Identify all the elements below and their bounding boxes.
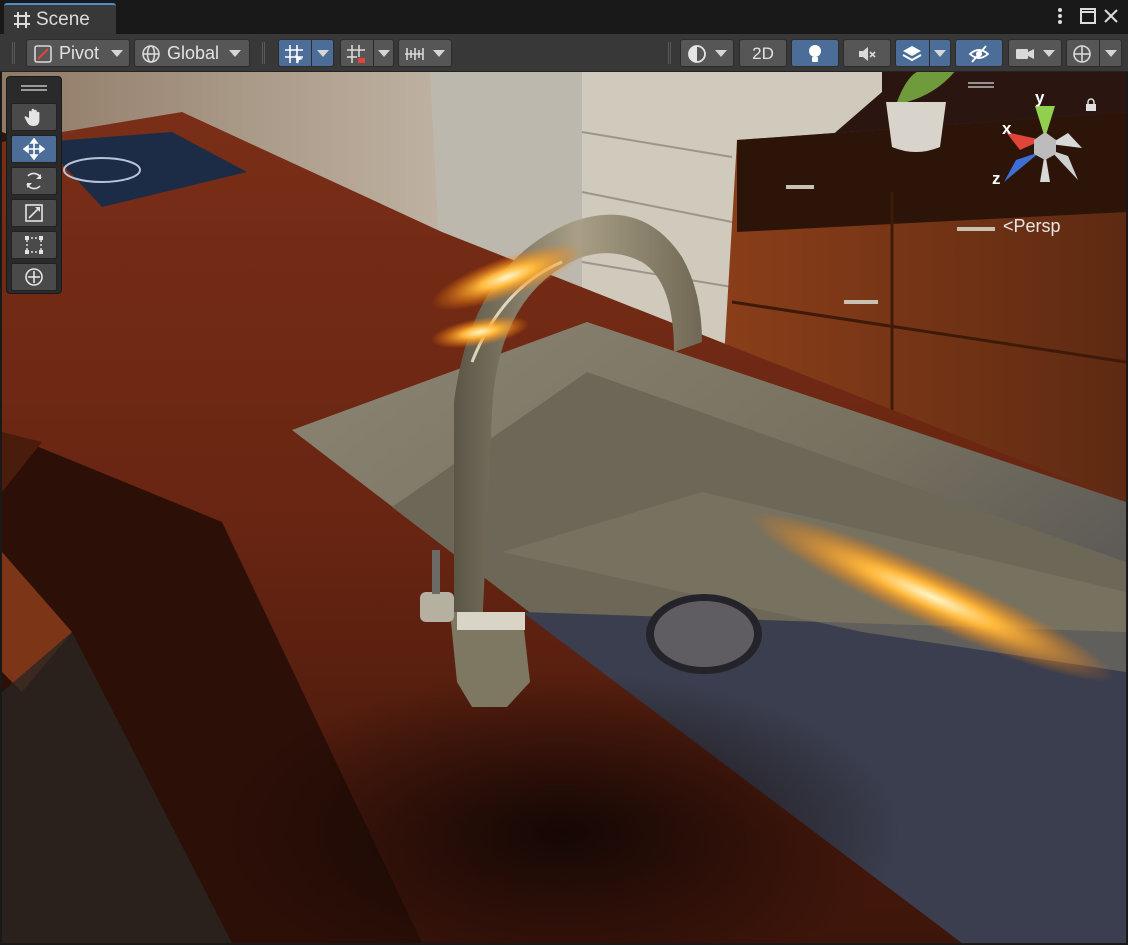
pivot-label: Pivot [59, 43, 100, 63]
grid-snap-icon [283, 43, 305, 65]
chevron-down-icon [229, 50, 241, 57]
tool-palette [6, 76, 62, 294]
hand-tool-button[interactable] [11, 103, 57, 131]
gizmo-z-label: z [992, 169, 1001, 188]
grid-snap-toggle[interactable] [278, 39, 334, 67]
draw-mode-dropdown[interactable] [680, 39, 734, 67]
chevron-left-icon: < [1003, 216, 1014, 236]
global-label: Global [167, 43, 220, 63]
audio-toggle[interactable] [843, 39, 891, 67]
mode-2d-button[interactable]: 2D [739, 39, 787, 67]
gizmo-z-cone [1004, 152, 1040, 182]
projection-label: Persp [1013, 216, 1061, 236]
scene-visibility-toggle[interactable] [955, 39, 1003, 67]
global-dropdown[interactable]: Global [134, 39, 250, 67]
scene-tab[interactable]: Scene [4, 3, 116, 34]
pivot-icon [32, 43, 54, 65]
move-tool-icon [23, 138, 45, 160]
camera-dropdown[interactable] [1008, 39, 1062, 67]
visibility-hidden-icon [968, 43, 990, 65]
close-icon[interactable] [1101, 6, 1121, 26]
increment-snap-toggle[interactable] [340, 39, 394, 67]
kebab-menu-icon[interactable] [1050, 6, 1070, 26]
grid-hash-icon [12, 10, 32, 30]
increment-snap-icon [345, 43, 367, 65]
tab-bar: Scene [0, 0, 1128, 34]
scene-toolbar: Pivot Global 2D [0, 34, 1128, 72]
effects-layers-icon [901, 43, 923, 65]
chevron-down-icon [378, 50, 390, 57]
gizmo-x-label: x [1002, 119, 1012, 138]
scene-tab-label: Scene [36, 9, 90, 30]
move-tool-button[interactable] [11, 135, 57, 163]
chevron-down-icon [111, 50, 123, 57]
scene-viewport[interactable] [2, 72, 1126, 943]
draw-mode-sphere-icon [686, 43, 708, 65]
toolbar-grip[interactable] [12, 42, 15, 64]
chevron-down-icon [433, 50, 445, 57]
light-bulb-icon [804, 43, 826, 65]
maximize-icon[interactable] [1078, 6, 1098, 26]
chevron-down-icon [715, 50, 727, 57]
chevron-down-icon [934, 50, 946, 57]
scale-tool-button[interactable] [11, 199, 57, 227]
ruler-toggle[interactable] [398, 39, 452, 67]
hand-tool-icon [24, 108, 40, 126]
scene-window: Scene Pivot Global 2D y x z <Persp [0, 0, 1128, 945]
chevron-down-icon [317, 50, 329, 57]
axis-gizmo-icon [1004, 106, 1082, 182]
chevron-down-icon [1105, 50, 1117, 57]
rotate-tool-button[interactable] [11, 167, 57, 195]
palette-drag-handle[interactable] [21, 85, 47, 91]
scene-render [2, 72, 1126, 943]
mode-2d-label: 2D [752, 44, 774, 63]
gizmos-dropdown[interactable] [1066, 39, 1122, 67]
pivot-dropdown[interactable]: Pivot [26, 39, 130, 67]
globe-icon [140, 43, 162, 65]
gizmos-icon [1071, 43, 1093, 65]
rect-tool-icon [25, 236, 43, 254]
toolbar-grip[interactable] [262, 42, 265, 64]
rect-tool-button[interactable] [11, 231, 57, 259]
lighting-toggle[interactable] [791, 39, 839, 67]
chevron-down-icon [1043, 50, 1055, 57]
toolbar-grip[interactable] [668, 42, 671, 64]
camera-icon [1014, 43, 1036, 65]
gizmo-y-label: y [1035, 88, 1045, 107]
effects-dropdown[interactable] [895, 39, 951, 67]
scale-tool-icon [25, 204, 43, 222]
transform-tool-button[interactable] [11, 263, 57, 291]
transform-tool-icon [25, 268, 43, 286]
rotate-tool-icon [26, 172, 42, 190]
ruler-icon [403, 43, 425, 65]
audio-mute-icon [856, 43, 878, 65]
projection-toggle[interactable]: <Persp [1003, 216, 1061, 237]
orientation-gizmo[interactable]: y x z [990, 86, 1110, 196]
